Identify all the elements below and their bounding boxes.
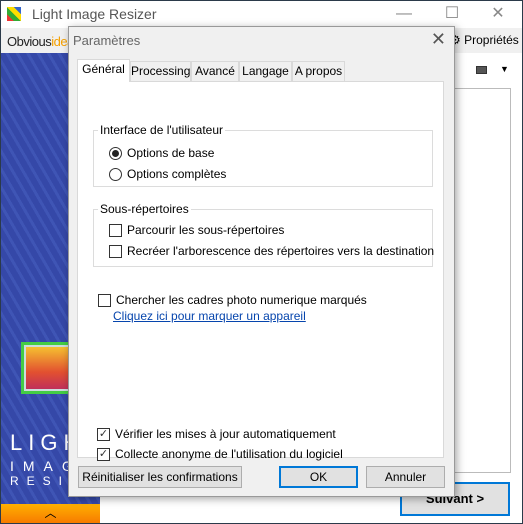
- checkbox-label: Collecte anonyme de l'utilisation du log…: [115, 447, 343, 461]
- minimize-button[interactable]: —: [384, 2, 424, 26]
- checkbox-icon[interactable]: [109, 244, 122, 258]
- ok-button[interactable]: OK: [279, 466, 358, 488]
- reset-confirmations-button[interactable]: Réinitialiser les confirmations: [78, 466, 242, 488]
- app-logo-image: [21, 342, 75, 394]
- cancel-button[interactable]: Annuler: [366, 466, 445, 488]
- radio-basic-options[interactable]: Options de base: [109, 146, 214, 160]
- tab-avance[interactable]: Avancé: [191, 61, 239, 81]
- radio-icon[interactable]: [109, 146, 122, 160]
- app-icon: [7, 7, 21, 21]
- checkbox-photo-frames[interactable]: Chercher les cadres photo numerique marq…: [98, 293, 367, 307]
- tab-processing[interactable]: Processing: [130, 61, 191, 81]
- tab-langage[interactable]: Langage: [239, 61, 292, 81]
- obviousidea-logo: Obviousidea: [7, 34, 74, 49]
- properties-button[interactable]: ⚙ Propriétés: [450, 33, 519, 47]
- checkbox-label: Chercher les cadres photo numerique marq…: [116, 293, 367, 307]
- chevron-up-icon: ︿: [44, 506, 57, 520]
- dropdown-arrow-icon[interactable]: ▼: [500, 64, 509, 74]
- radio-icon[interactable]: [109, 167, 122, 181]
- general-panel: Interface de l'utilisateur Options de ba…: [77, 81, 444, 461]
- checkbox-label: Recréer l'arborescence des répertoires v…: [127, 244, 435, 258]
- radio-label: Options complètes: [127, 167, 227, 181]
- close-button[interactable]: ✕: [478, 2, 518, 26]
- tab-a-propos[interactable]: A propos: [292, 61, 345, 81]
- checkbox-telemetry[interactable]: ✓ Collecte anonyme de l'utilisation du lo…: [97, 447, 343, 461]
- checkbox-icon[interactable]: [98, 293, 111, 307]
- checkbox-label: Vérifier les mises à jour automatiquemen…: [115, 427, 336, 441]
- subdir-group: Sous-répertoires: [93, 202, 433, 267]
- ui-group-label: Interface de l'utilisateur: [98, 123, 226, 137]
- checkbox-label: Parcourir les sous-répertoires: [127, 223, 285, 237]
- checkbox-icon[interactable]: [109, 223, 122, 237]
- checkbox-recreate-tree[interactable]: Recréer l'arborescence des répertoires v…: [109, 244, 434, 258]
- subdir-group-label: Sous-répertoires: [98, 202, 191, 216]
- maximize-button[interactable]: ☐: [432, 2, 472, 26]
- checkbox-auto-update[interactable]: ✓ Vérifier les mises à jour automatiqueme…: [97, 427, 336, 441]
- check-icon[interactable]: ✓: [97, 447, 110, 461]
- check-icon[interactable]: ✓: [97, 427, 110, 441]
- tab-general[interactable]: Général: [77, 59, 130, 82]
- window-title: Light Image Resizer: [32, 6, 157, 22]
- mark-device-link[interactable]: Cliquez ici pour marquer un appareil: [113, 309, 306, 323]
- image-icon[interactable]: [476, 66, 487, 74]
- collapse-button[interactable]: ︿: [1, 504, 100, 523]
- radio-full-options[interactable]: Options complètes: [109, 167, 226, 181]
- dialog-close-button[interactable]: ✕: [431, 29, 446, 50]
- dialog-title: Paramètres: [73, 33, 141, 48]
- radio-label: Options de base: [127, 146, 215, 160]
- checkbox-browse-subdirs[interactable]: Parcourir les sous-répertoires: [109, 223, 284, 237]
- settings-dialog: Paramètres ✕ Général Processing Avancé L…: [68, 26, 455, 497]
